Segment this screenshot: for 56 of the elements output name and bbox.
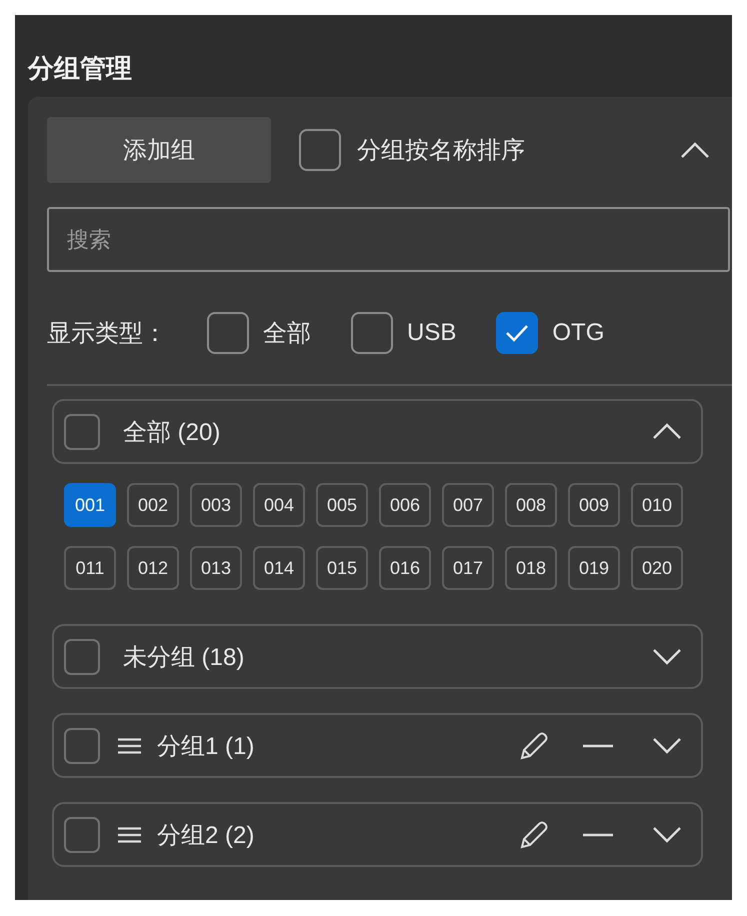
group-label: 分组1 (1) <box>157 732 254 762</box>
device-chip[interactable]: 017 <box>442 546 494 590</box>
checkbox-label: USB <box>407 319 456 347</box>
chevron-up-icon[interactable] <box>652 423 682 440</box>
group-label: 分组2 (2) <box>157 820 254 850</box>
chevron-down-icon[interactable] <box>652 826 682 843</box>
device-chip[interactable]: 001 <box>64 483 116 527</box>
display-type-label: 显示类型： <box>47 319 167 349</box>
checkbox[interactable] <box>496 312 538 354</box>
device-chip[interactable]: 011 <box>64 546 116 590</box>
device-chip[interactable]: 006 <box>379 483 431 527</box>
device-chip[interactable]: 015 <box>316 546 368 590</box>
checkbox-label: 全部 <box>263 319 311 349</box>
pencil-icon[interactable] <box>519 730 549 760</box>
device-chip[interactable]: 018 <box>505 546 557 590</box>
device-chip[interactable]: 014 <box>253 546 305 590</box>
device-chip[interactable]: 003 <box>190 483 242 527</box>
device-chip[interactable]: 009 <box>568 483 620 527</box>
group-header[interactable]: 未分组 (18) <box>52 624 703 689</box>
checkbox[interactable] <box>351 312 393 354</box>
device-chip[interactable]: 008 <box>505 483 557 527</box>
check-icon <box>505 324 530 342</box>
group-label: 全部 (20) <box>123 418 220 448</box>
device-chip[interactable]: 013 <box>190 546 242 590</box>
checkbox[interactable] <box>64 638 100 674</box>
group-header[interactable]: 分组1 (1) <box>52 713 703 778</box>
checkbox-label: 分组按名称排序 <box>357 136 525 166</box>
minus-icon[interactable] <box>583 744 613 748</box>
chevron-down-icon[interactable] <box>652 648 682 665</box>
panel-title: 分组管理 <box>26 52 133 85</box>
device-chip[interactable]: 020 <box>631 546 683 590</box>
minus-icon[interactable] <box>583 832 613 836</box>
checkbox[interactable] <box>64 728 100 764</box>
group-header[interactable]: 分组2 (2) <box>52 802 703 867</box>
hamburger-icon[interactable] <box>118 826 141 842</box>
checkbox[interactable] <box>64 816 100 852</box>
hamburger-icon[interactable] <box>118 738 141 754</box>
device-chip[interactable]: 012 <box>127 546 179 590</box>
device-chip[interactable]: 002 <box>127 483 179 527</box>
group-header[interactable]: 全部 (20) <box>52 399 703 464</box>
device-chip[interactable]: 016 <box>379 546 431 590</box>
device-chip[interactable]: 010 <box>631 483 683 527</box>
device-chip[interactable]: 004 <box>253 483 305 527</box>
checkbox[interactable] <box>207 312 249 354</box>
checkbox[interactable] <box>299 129 341 171</box>
checkbox-label: OTG <box>552 319 604 347</box>
group-label: 未分组 (18) <box>123 642 244 672</box>
device-chip[interactable]: 007 <box>442 483 494 527</box>
pencil-icon[interactable] <box>519 820 549 850</box>
chevron-down-icon[interactable] <box>652 737 682 754</box>
add-group-button[interactable]: 添加组 <box>47 117 271 183</box>
search-field[interactable]: 搜索 <box>47 207 730 272</box>
device-chip[interactable]: 019 <box>568 546 620 590</box>
chevron-up-icon[interactable] <box>680 142 710 158</box>
device-chip[interactable]: 005 <box>316 483 368 527</box>
checkbox[interactable] <box>64 414 100 450</box>
